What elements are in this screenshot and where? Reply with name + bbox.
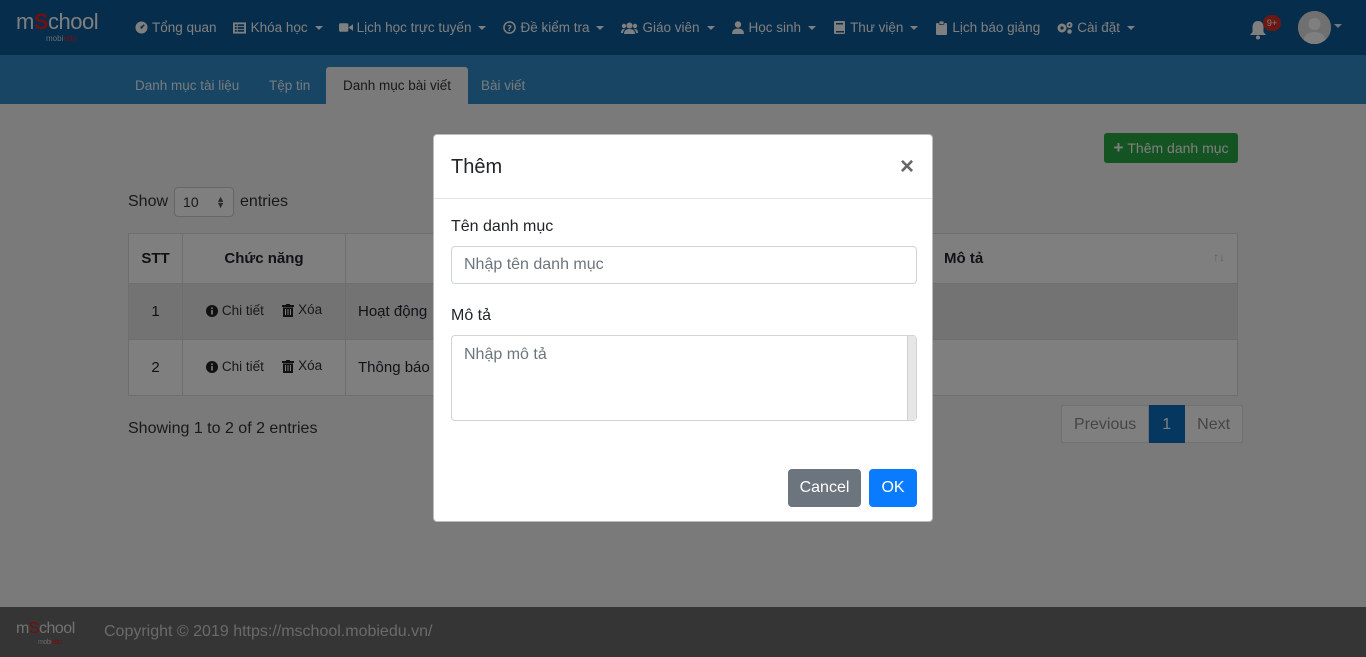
close-icon[interactable]: × xyxy=(900,155,914,179)
dialog-title: Thêm xyxy=(451,156,503,178)
dialog-header: Thêm × xyxy=(434,135,932,199)
category-name-input[interactable] xyxy=(451,246,917,284)
category-name-label: Tên danh mục xyxy=(451,218,554,235)
cancel-button[interactable]: Cancel xyxy=(788,469,861,507)
add-category-dialog: Thêm × Tên danh mục Mô tả Cancel OK xyxy=(433,134,933,522)
description-label: Mô tả xyxy=(451,307,492,324)
ok-button[interactable]: OK xyxy=(869,469,917,507)
description-textarea[interactable] xyxy=(451,335,917,421)
textarea-scrollbar[interactable] xyxy=(907,336,916,420)
